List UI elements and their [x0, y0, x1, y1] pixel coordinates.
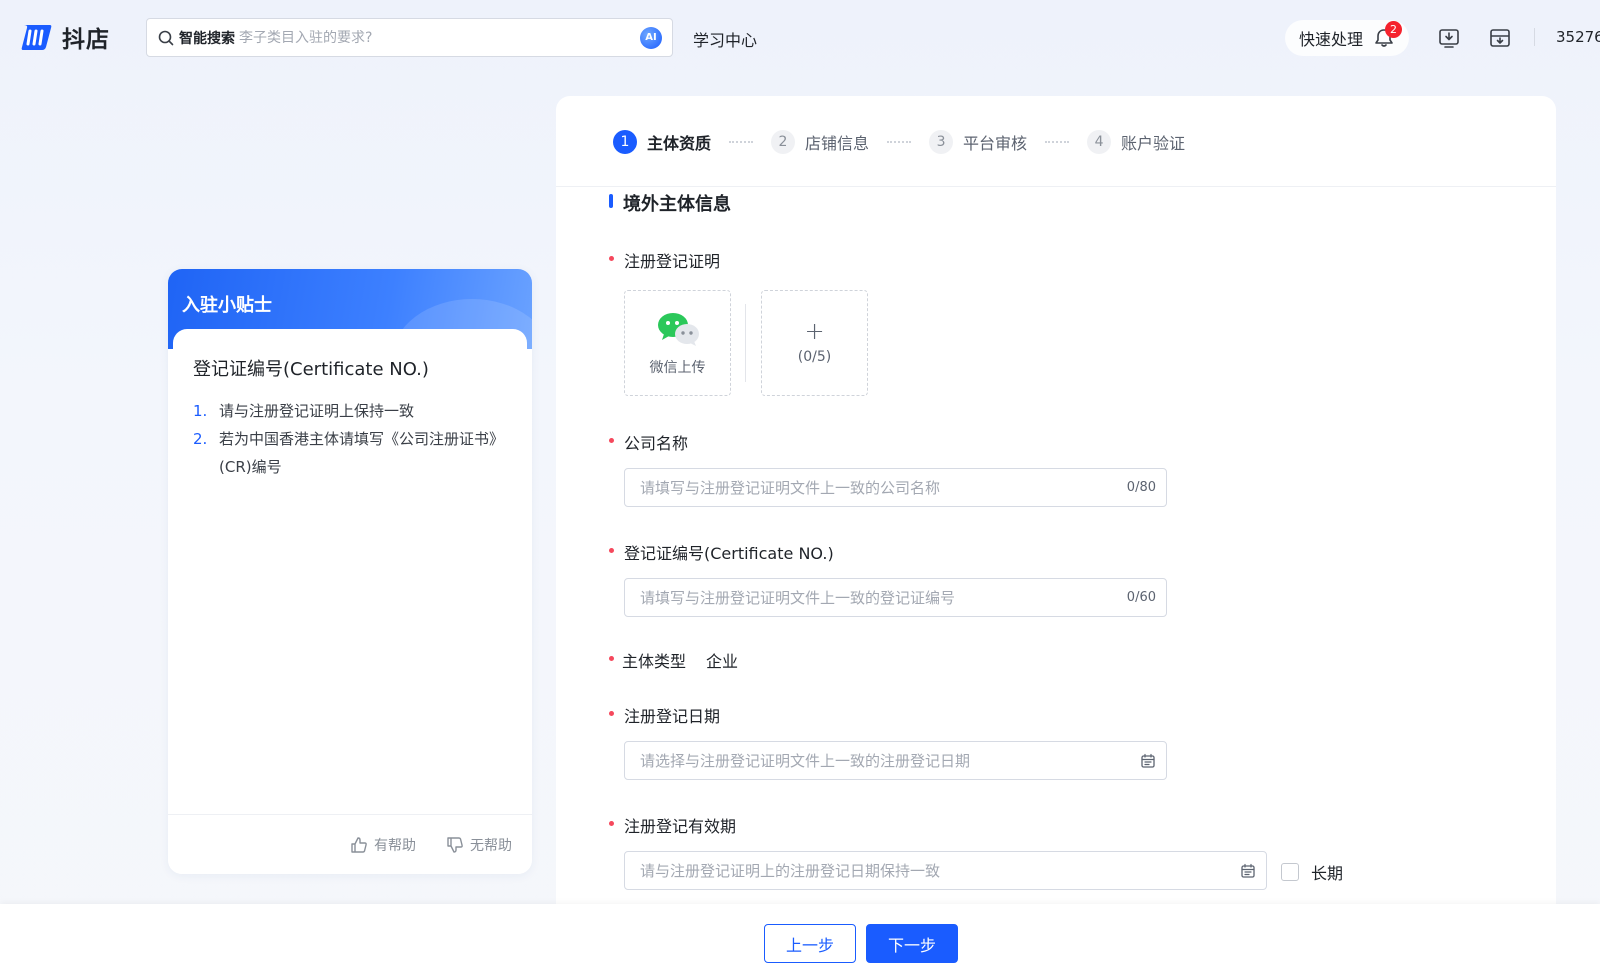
header-divider	[1534, 28, 1535, 46]
step-entity-qualification[interactable]: 1 主体资质	[613, 130, 711, 154]
company-name-field[interactable]: 0/80	[624, 468, 1167, 507]
wechat-upload-button[interactable]: 微信上传	[624, 290, 731, 396]
step-separator	[729, 141, 754, 143]
doudian-logo-icon	[21, 25, 52, 50]
step-indicator: 1 主体资质 2 店铺信息 3 平台审核 4 账户验证	[613, 130, 1185, 154]
tips-header-title: 入驻小贴士	[182, 295, 272, 316]
onboarding-form-panel: 1 主体资质 2 店铺信息 3 平台审核 4 账户验证 境外主体信息 注册登记证…	[556, 96, 1556, 906]
tips-title: 登记证编号(Certificate NO.)	[193, 359, 429, 380]
wechat-upload-label: 微信上传	[649, 360, 706, 376]
inbox-icon[interactable]	[1488, 26, 1512, 50]
search-icon	[158, 30, 174, 45]
learning-center-link[interactable]: 学习中心	[693, 27, 757, 51]
entity-type-value: 企业	[706, 652, 739, 671]
section-title: 境外主体信息	[609, 190, 731, 216]
company-name-input[interactable]	[640, 478, 1127, 497]
company-name-label: 公司名称	[609, 430, 688, 454]
long-term-option[interactable]: 长期	[1281, 860, 1343, 884]
registration-date-label: 注册登记日期	[609, 703, 720, 727]
registration-date-input[interactable]	[640, 751, 1140, 770]
step-separator	[1045, 141, 1070, 143]
onboarding-tips-card: 入驻小贴士 登记证编号(Certificate NO.) 1. 请与注册登记证明…	[168, 269, 532, 874]
calendar-icon[interactable]	[1240, 863, 1256, 879]
step-platform-review[interactable]: 3 平台审核	[929, 130, 1027, 154]
wechat-icon	[657, 313, 699, 346]
search-input[interactable]	[239, 29, 640, 46]
certificate-no-label: 登记证编号(Certificate NO.)	[609, 540, 834, 564]
validity-period-input[interactable]	[640, 861, 1240, 880]
smart-search-bar[interactable]: 智能搜索 AI	[146, 18, 673, 57]
not-helpful-label: 无帮助	[470, 837, 512, 854]
bottom-action-bar: 上一步 下一步	[0, 904, 1600, 978]
helpful-button[interactable]: 有帮助	[350, 835, 416, 855]
brand-logo[interactable]: 抖店	[20, 20, 110, 54]
helpful-label: 有帮助	[374, 837, 416, 854]
step-label: 账户验证	[1121, 134, 1186, 153]
top-header: 抖店 智能搜索 AI 学习中心 快速处理 2 35276	[0, 0, 1600, 78]
list-item-number: 1.	[193, 402, 208, 420]
plus-icon: +	[804, 317, 825, 345]
thumbs-down-icon	[447, 836, 463, 853]
thumbs-up-icon	[351, 836, 367, 853]
search-label: 智能搜索	[179, 30, 235, 47]
list-item-text: 请与注册登记证明上保持一致	[219, 402, 415, 420]
quick-process-label: 快速处理	[1299, 30, 1364, 49]
not-helpful-button[interactable]: 无帮助	[446, 835, 512, 855]
next-step-button[interactable]: 下一步	[866, 924, 958, 963]
registration-cert-label: 注册登记证明	[609, 248, 720, 272]
entity-type-row: 主体类型 企业	[609, 648, 738, 672]
download-icon[interactable]	[1437, 26, 1461, 50]
step-number: 1	[613, 130, 637, 154]
step-account-verification[interactable]: 4 账户验证	[1087, 130, 1185, 154]
tips-body: 登记证编号(Certificate NO.) 1. 请与注册登记证明上保持一致 …	[173, 329, 527, 874]
brand-name: 抖店	[62, 27, 110, 53]
add-file-button[interactable]: + (0/5)	[761, 290, 868, 396]
list-item-text: 若为中国香港主体请填写《公司注册证书》(CR)编号	[219, 430, 505, 476]
step-separator	[887, 141, 912, 143]
account-id[interactable]: 35276	[1556, 28, 1600, 46]
calendar-icon[interactable]	[1140, 753, 1156, 769]
step-number: 4	[1087, 130, 1112, 154]
char-counter: 0/60	[1126, 590, 1156, 605]
char-counter: 0/80	[1126, 480, 1156, 495]
panel-divider	[556, 186, 1556, 187]
long-term-label: 长期	[1311, 864, 1344, 883]
certificate-no-input[interactable]	[640, 588, 1127, 607]
list-item: 2. 若为中国香港主体请填写《公司注册证书》(CR)编号	[193, 425, 507, 481]
upload-count: (0/5)	[797, 349, 832, 365]
notification-bell[interactable]: 2	[1373, 21, 1403, 49]
list-item: 1. 请与注册登记证明上保持一致	[193, 397, 507, 425]
registration-date-picker[interactable]	[624, 741, 1167, 780]
validity-period-label: 注册登记有效期	[609, 813, 736, 837]
step-label: 店铺信息	[805, 134, 870, 153]
step-label: 平台审核	[963, 134, 1028, 153]
tips-list: 1. 请与注册登记证明上保持一致 2. 若为中国香港主体请填写《公司注册证书》(…	[193, 397, 507, 481]
list-item-number: 2.	[193, 430, 208, 448]
upload-divider	[745, 304, 746, 382]
ai-badge[interactable]: AI	[640, 26, 662, 49]
certificate-no-field[interactable]: 0/60	[624, 578, 1167, 617]
long-term-checkbox[interactable]	[1281, 863, 1299, 881]
tips-feedback: 有帮助 无帮助	[168, 814, 532, 874]
step-label: 主体资质	[647, 134, 712, 153]
validity-period-picker[interactable]	[624, 851, 1267, 890]
notification-count-badge: 2	[1385, 21, 1403, 38]
entity-type-label: 主体类型	[622, 652, 687, 671]
step-store-info[interactable]: 2 店铺信息	[771, 130, 869, 154]
step-number: 2	[771, 130, 796, 154]
previous-step-button[interactable]: 上一步	[764, 924, 856, 963]
quick-process-button[interactable]: 快速处理 2	[1285, 20, 1410, 56]
step-number: 3	[929, 130, 954, 154]
